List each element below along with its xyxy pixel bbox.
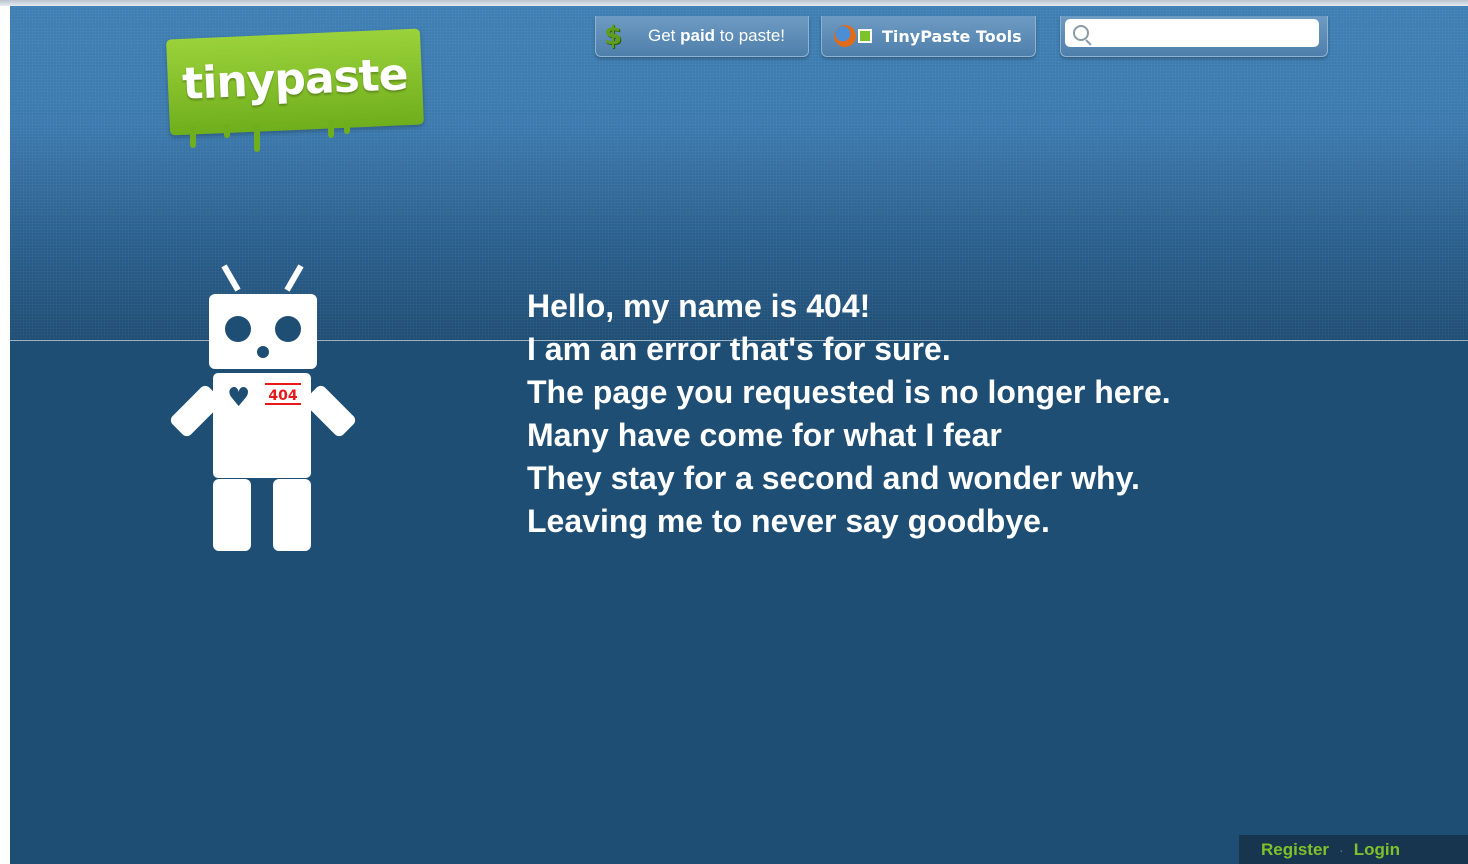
- message-line: I am an error that's for sure.: [527, 331, 951, 367]
- account-links-bar: Register · Login: [1239, 835, 1468, 864]
- message-line: The page you requested is no longer here…: [527, 374, 1171, 410]
- page-body: tinypaste $ Get paid to paste! TinyPaste…: [10, 6, 1468, 864]
- get-paid-suffix: to paste!: [715, 26, 786, 45]
- tools-label: TinyPaste Tools: [882, 26, 1022, 46]
- robot-eye-right: [275, 316, 301, 342]
- robot-leg-right: [273, 479, 311, 551]
- message-line: Hello, my name is 404!: [527, 288, 871, 324]
- tinypaste-tools-button[interactable]: TinyPaste Tools: [821, 16, 1036, 57]
- get-paid-bold: paid: [680, 26, 716, 45]
- search-input[interactable]: [1065, 19, 1319, 47]
- dollar-icon: $: [604, 21, 623, 51]
- firefox-icon: [834, 25, 856, 47]
- message-line: Many have come for what I fear: [527, 417, 1002, 453]
- search-box: [1060, 16, 1328, 57]
- tools-icons: [834, 25, 872, 47]
- robot-nose: [257, 346, 269, 358]
- get-paid-label: Get paid to paste!: [648, 26, 785, 46]
- robot-leg-left: [213, 479, 251, 551]
- login-link[interactable]: Login: [1354, 840, 1400, 860]
- robot-404-badge: 404: [265, 383, 301, 405]
- robot-illustration: ♥ 404: [10, 6, 410, 606]
- get-paid-button[interactable]: $ Get paid to paste!: [595, 16, 809, 57]
- robot-antenna-right: [284, 264, 304, 292]
- heart-icon: ♥: [227, 383, 251, 413]
- message-line: Leaving me to never say goodbye.: [527, 503, 1050, 539]
- get-paid-prefix: Get: [648, 26, 681, 45]
- robot-antenna-left: [221, 264, 241, 292]
- message-line: They stay for a second and wonder why.: [527, 460, 1140, 496]
- robot-eye-left: [225, 316, 251, 342]
- extension-icon: [858, 29, 872, 43]
- robot-head: [209, 294, 317, 369]
- link-separator: ·: [1339, 841, 1344, 858]
- search-icon: [1073, 25, 1089, 41]
- error-message: Hello, my name is 404! I am an error tha…: [527, 285, 1427, 543]
- register-link[interactable]: Register: [1261, 840, 1329, 860]
